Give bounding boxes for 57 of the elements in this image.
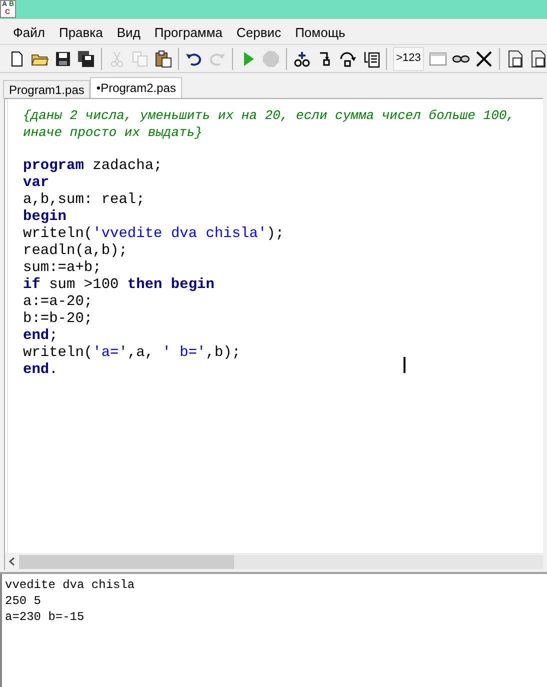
code-text: a,b,sum: real; <box>23 192 145 208</box>
copy-icon <box>131 50 150 68</box>
output-toggle-button[interactable]: >123 <box>393 46 424 70</box>
horizontal-scrollbar[interactable] <box>5 553 543 570</box>
code-text: ,a, <box>127 345 155 361</box>
string-literal: 'a=' <box>92 345 128 361</box>
save-all-icon <box>77 50 96 68</box>
step-over-icon <box>339 50 358 68</box>
menu-item[interactable]: Файл <box>12 22 46 42</box>
menu-item[interactable]: Программа <box>153 22 224 42</box>
toolbar-button[interactable] <box>528 48 547 70</box>
menu-item[interactable]: Вид <box>116 22 142 42</box>
keyword: end <box>23 362 50 378</box>
keyword: if <box>23 277 40 293</box>
string-literal: ' b=' <box>162 345 206 361</box>
file-tab[interactable]: •Program2.pas <box>90 77 182 98</box>
run-to-cursor-icon <box>362 50 380 68</box>
menu-item[interactable]: Помощь <box>294 22 346 42</box>
code-text: ,b); <box>206 345 241 361</box>
text-cursor-icon <box>402 357 407 373</box>
code-text: ; <box>49 328 58 344</box>
clipboard-icon <box>154 50 172 68</box>
code-comment: иначе просто их выдать} <box>23 125 202 140</box>
code-text: sum:=a+b; <box>23 260 102 276</box>
output-line: vvedite dva chisla <box>5 577 136 593</box>
keyword: end <box>23 328 50 344</box>
code-text: writeln( <box>23 226 93 242</box>
document-icon <box>506 50 524 68</box>
code-text: ); <box>266 226 284 242</box>
toolbar-button[interactable] <box>154 48 172 70</box>
keyword: then begin <box>127 277 214 293</box>
code-text: a:=a-20; <box>23 294 93 310</box>
code-text: zadacha; <box>92 158 162 174</box>
file-tab[interactable]: Program1.pas <box>3 80 90 98</box>
code-text: . <box>49 362 58 378</box>
string-literal: 'vvedite dva chisla' <box>92 226 267 242</box>
keyword: var <box>23 175 50 191</box>
toolbar-button[interactable] <box>506 48 524 70</box>
glasses-plus-icon <box>293 50 312 68</box>
glasses-icon <box>452 54 470 62</box>
menu-item[interactable]: Правка <box>58 22 104 42</box>
keyword: begin <box>23 209 67 225</box>
window-icon <box>428 50 447 68</box>
stop-icon <box>262 50 280 68</box>
output-line: 250 5 <box>5 593 42 609</box>
code-text: sum >100 <box>48 277 120 293</box>
scrollbar-thumb[interactable] <box>19 554 234 568</box>
output-line: a=230 b=-15 <box>5 609 86 625</box>
save-icon <box>54 50 72 68</box>
code-comment: {даны 2 числа, уменьшить их на 20, если сумма чисел больше 100, <box>23 108 514 123</box>
code-text: b:=b-20; <box>23 311 93 327</box>
menu-item[interactable]: Сервис <box>236 22 282 42</box>
step-into-icon <box>319 52 332 66</box>
code-text: readln(a,b); <box>23 243 128 259</box>
keyword: program <box>23 158 84 174</box>
close-icon <box>475 50 494 68</box>
code-text: writeln( <box>23 345 93 361</box>
